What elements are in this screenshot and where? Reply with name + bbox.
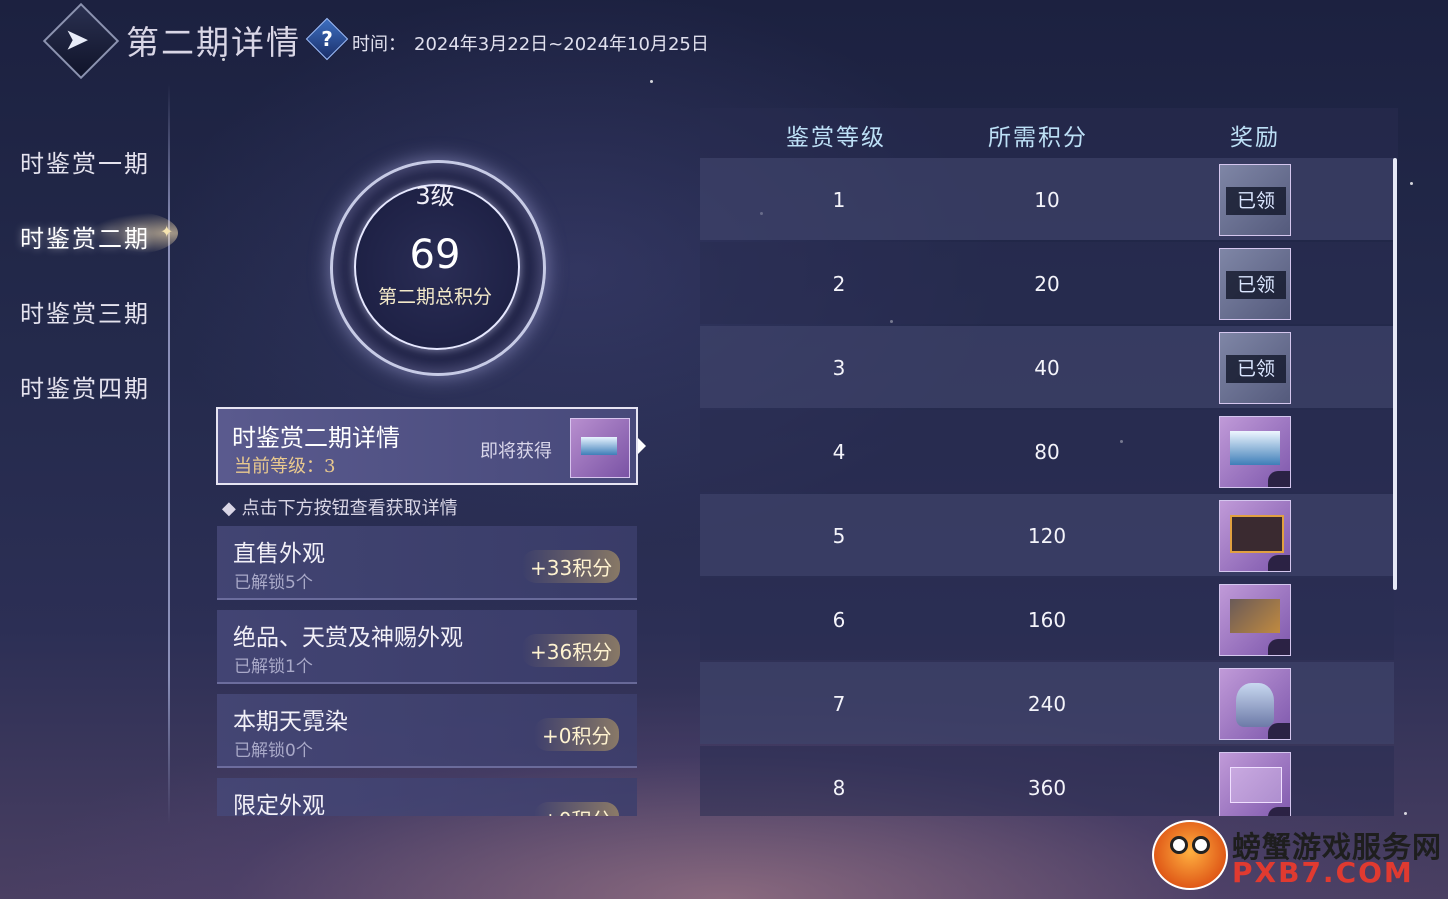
row-level: 1 <box>832 188 846 212</box>
reward-figure-icon <box>1236 683 1274 727</box>
row-points: 240 <box>1027 692 1067 716</box>
row-level: 3 <box>832 356 846 380</box>
reward-item[interactable] <box>1219 668 1291 740</box>
row-level: 4 <box>832 440 846 464</box>
reward-item[interactable] <box>1219 416 1291 488</box>
watermark-url: PXB7.COM <box>1232 856 1414 889</box>
reward-art-icon <box>1230 431 1280 465</box>
reward-item[interactable] <box>1219 584 1291 656</box>
row-level: 7 <box>832 692 846 716</box>
reward-frame-icon <box>1230 515 1284 553</box>
row-level: 8 <box>832 776 846 800</box>
claimed-badge: 已领 <box>1226 187 1286 215</box>
row-points: 160 <box>1027 608 1067 632</box>
claimed-badge: 已领 <box>1226 271 1286 299</box>
row-level: 2 <box>832 272 846 296</box>
table-scrollbar[interactable] <box>1393 158 1397 590</box>
row-points: 120 <box>1027 524 1067 548</box>
row-level: 5 <box>832 524 846 548</box>
claimed-badge: 已领 <box>1226 355 1286 383</box>
table-body: 1 10 已领 2 20 已领 3 40 已领 4 80 5 120 6 160… <box>0 0 1448 816</box>
row-points: 10 <box>1034 188 1060 212</box>
row-points: 40 <box>1034 356 1060 380</box>
row-points: 360 <box>1027 776 1067 800</box>
reward-frame-icon <box>1230 767 1282 803</box>
row-points: 20 <box>1034 272 1060 296</box>
reward-item[interactable] <box>1219 500 1291 572</box>
reward-item[interactable] <box>1219 752 1291 816</box>
row-points: 80 <box>1034 440 1060 464</box>
reward-item[interactable]: 已领 <box>1219 248 1291 320</box>
row-level: 6 <box>832 608 846 632</box>
crab-logo-icon <box>1152 820 1228 890</box>
reward-item[interactable]: 已领 <box>1219 332 1291 404</box>
reward-frame-icon <box>1230 599 1280 633</box>
reward-item[interactable]: 已领 <box>1219 164 1291 236</box>
